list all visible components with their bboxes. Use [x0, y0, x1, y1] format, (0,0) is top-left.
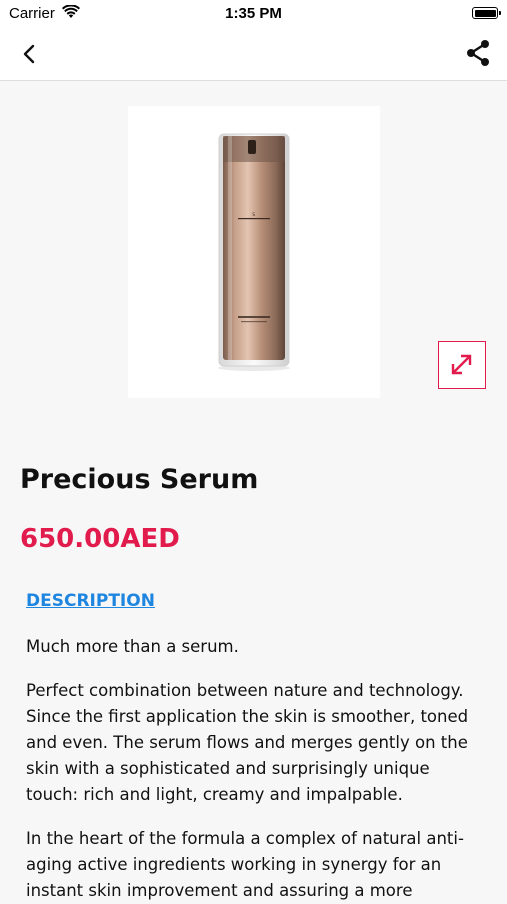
- product-title: Precious Serum: [20, 464, 259, 495]
- share-button[interactable]: [463, 38, 493, 68]
- product-image[interactable]: S: [128, 106, 380, 398]
- description-paragraph: Perfect combination between nature and t…: [26, 681, 469, 804]
- nav-bar: [0, 28, 507, 81]
- status-time: 1:35 PM: [225, 5, 282, 22]
- expand-image-button[interactable]: [438, 341, 486, 389]
- status-bar: Carrier 1:35 PM: [0, 0, 507, 28]
- description-paragraph: Much more than a serum.: [26, 637, 239, 656]
- description-tab-link[interactable]: DESCRIPTION: [26, 591, 155, 611]
- share-icon: [467, 40, 489, 66]
- svg-text:S: S: [252, 212, 255, 218]
- description-paragraph: In the heart of the formula a complex of…: [26, 829, 464, 900]
- product-price: 650.00AED: [20, 524, 180, 554]
- serum-bottle-image: S: [218, 133, 290, 371]
- expand-arrows-icon: [451, 354, 472, 375]
- chevron-left-icon: [23, 44, 35, 64]
- back-button[interactable]: [14, 40, 46, 68]
- battery-icon: [472, 7, 501, 19]
